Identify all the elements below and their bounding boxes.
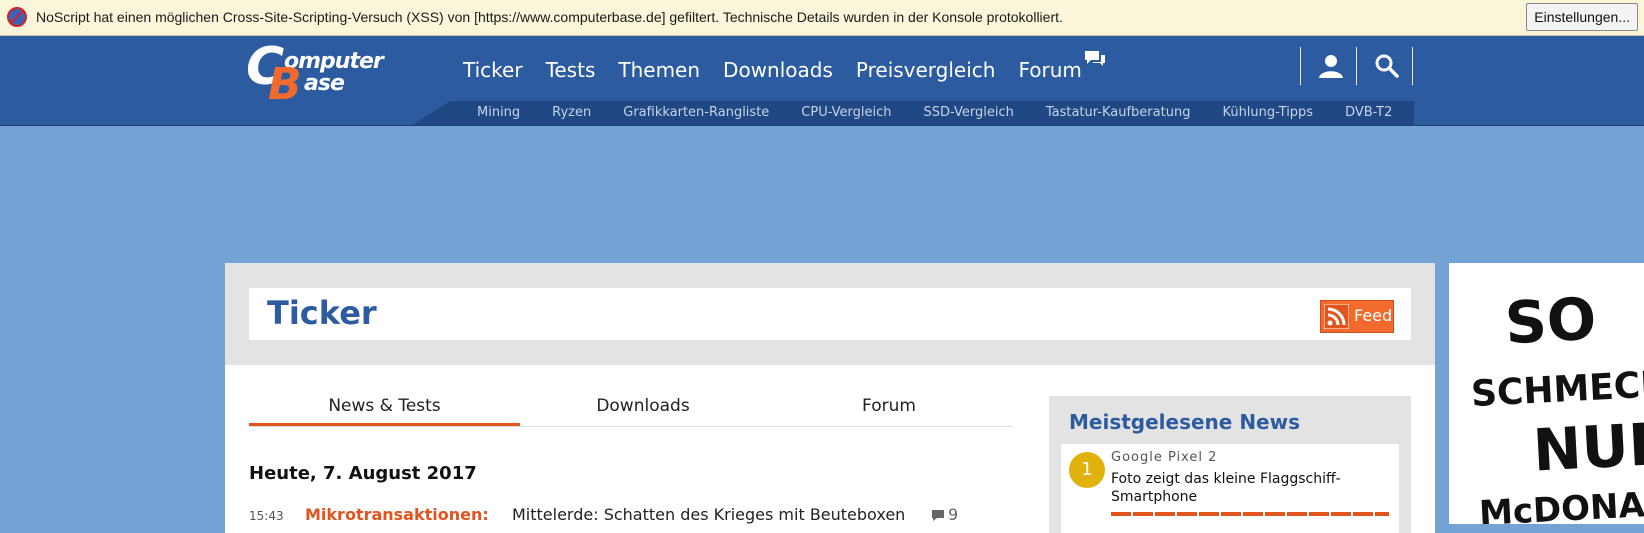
feed-label: Feed <box>1354 306 1393 325</box>
nav-themen[interactable]: Themen <box>618 58 700 88</box>
nav-ticker[interactable]: Ticker <box>463 58 523 88</box>
main-nav: Ticker Tests Themen Downloads Preisvergl… <box>463 51 1105 88</box>
subnav-dvb-t2[interactable]: DVB-T2 <box>1345 105 1392 120</box>
nav-preisvergleich[interactable]: Preisvergleich <box>856 58 996 88</box>
subnav-cpu-vergleich[interactable]: CPU-Vergleich <box>801 105 891 120</box>
day-heading: Heute, 7. August 2017 <box>249 463 477 484</box>
header-separator <box>1300 47 1301 85</box>
most-read-headline[interactable]: Foto zeigt das kleine Flaggschiff-Smartp… <box>1111 470 1381 506</box>
most-read-rank: 1 <box>1069 452 1105 488</box>
ad-text-line: McDONAL <box>1478 484 1644 524</box>
page-title: Ticker <box>267 294 377 332</box>
nav-forum-wrapper[interactable]: Forum <box>1018 51 1105 88</box>
content-tabs: News & Tests Downloads Forum <box>249 396 1012 427</box>
ad-text-line: SO <box>1503 284 1598 358</box>
search-icon[interactable] <box>1374 53 1400 79</box>
news-headline[interactable]: Mittelerde: Schatten des Krieges mit Beu… <box>512 505 905 524</box>
nav-forum[interactable]: Forum <box>1018 58 1081 82</box>
most-read-panel: Meistgelesene News 1 Google Pixel 2 Foto… <box>1049 396 1411 533</box>
ad-text-line: NUR <box>1531 409 1644 485</box>
tab-downloads[interactable]: Downloads <box>520 396 766 426</box>
main-content: Ticker Feed News & Tests Downloads Forum… <box>225 263 1435 533</box>
nav-downloads[interactable]: Downloads <box>723 58 833 88</box>
ticker-header: Ticker Feed <box>225 263 1435 365</box>
most-read-popularity-bar <box>1111 512 1389 516</box>
logo-b: B <box>268 59 302 110</box>
logo-word-2: ase <box>304 71 345 96</box>
nav-tests[interactable]: Tests <box>546 58 596 88</box>
header-separator <box>1412 47 1413 85</box>
user-icon[interactable] <box>1318 53 1344 79</box>
noscript-icon <box>7 7 27 27</box>
site-header: C omputer B ase Ticker Tests Themen Down… <box>0 36 1644 126</box>
advertisement[interactable]: SO SCHMECK NUR McDONAL <box>1449 263 1644 524</box>
news-time: 15:43 <box>249 509 284 523</box>
tab-forum[interactable]: Forum <box>766 396 1012 426</box>
tab-news-tests[interactable]: News & Tests <box>249 396 520 426</box>
subnav-mining[interactable]: Mining <box>477 105 520 120</box>
comment-icon <box>932 510 944 521</box>
subnav-kuehlung-tipps[interactable]: Kühlung-Tipps <box>1222 105 1313 120</box>
sub-nav: Mining Ryzen Grafikkarten-Rangliste CPU-… <box>477 105 1424 120</box>
forum-bubble-icon <box>1084 51 1105 66</box>
rss-icon <box>1324 304 1349 329</box>
ad-text-line: SCHMECK <box>1470 363 1644 416</box>
news-comments[interactable]: 9 <box>931 505 958 524</box>
most-read-title: Meistgelesene News <box>1069 410 1301 434</box>
news-item[interactable]: 15:43 Mikrotransaktionen: Mittelerde: Sc… <box>249 503 958 527</box>
most-read-kicker: Google Pixel 2 <box>1111 450 1218 465</box>
ticker-title-box: Ticker Feed <box>249 288 1411 340</box>
news-kicker[interactable]: Mikrotransaktionen: <box>305 505 489 524</box>
computerbase-logo[interactable]: C omputer B ase <box>246 37 386 110</box>
subnav-ryzen[interactable]: Ryzen <box>552 105 591 120</box>
comment-count: 9 <box>948 505 959 524</box>
most-read-item[interactable]: 1 Google Pixel 2 Foto zeigt das kleine F… <box>1061 444 1399 533</box>
header-separator <box>1356 47 1357 85</box>
subnav-ssd-vergleich[interactable]: SSD-Vergleich <box>924 105 1014 120</box>
feed-button[interactable]: Feed <box>1320 300 1394 333</box>
noscript-message: NoScript hat einen möglichen Cross-Site-… <box>36 9 1063 25</box>
noscript-notification-bar: NoScript hat einen möglichen Cross-Site-… <box>0 0 1644 36</box>
noscript-settings-button[interactable]: Einstellungen... <box>1526 3 1638 31</box>
subnav-grafikkarten-rangliste[interactable]: Grafikkarten-Rangliste <box>623 105 769 120</box>
subnav-tastatur-kaufberatung[interactable]: Tastatur-Kaufberatung <box>1046 105 1191 120</box>
